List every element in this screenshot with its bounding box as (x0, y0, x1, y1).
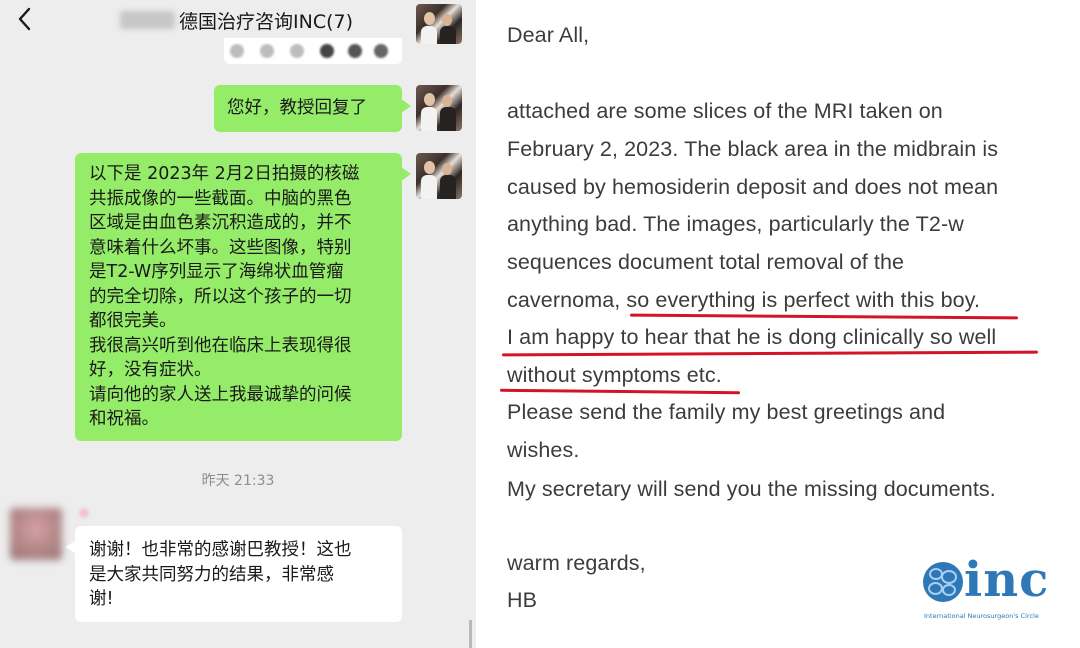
inc-logo: inc International Neurosurgeon's Circle (920, 552, 1070, 644)
inc-logo-text: inc (964, 552, 1050, 608)
message-line: 谢谢！也非常的感谢巴教授！这也 (89, 540, 352, 560)
image-message-preview[interactable] (224, 38, 402, 64)
email-line: I am happy to hear that he is dong clini… (507, 325, 997, 349)
message-line: 我很高兴听到他在临床上表现得很 (89, 335, 352, 356)
message-line: 都很完美。 (89, 311, 177, 331)
email-line: attached are some slices of the MRI take… (507, 99, 943, 123)
message-line: 请向他的家人送上我最诚挚的问候 (89, 384, 352, 405)
chevron-left-icon[interactable] (14, 6, 38, 32)
email-line: anything bad. The images, particularly t… (507, 212, 964, 236)
email-signoff: warm regards, (507, 551, 646, 575)
message-line: 共振成像的一些截面。中脑的黑色 (89, 188, 352, 209)
email-line: without symptoms etc. (507, 363, 722, 387)
avatar[interactable] (416, 85, 462, 131)
avatar[interactable] (416, 4, 462, 44)
message-line: 谢! (89, 589, 114, 609)
highlight-underline (501, 350, 1039, 357)
chat-header: 德国治疗咨询INC(7) (0, 0, 476, 40)
email-line: sequences document total removal of the (507, 250, 905, 274)
chat-title: 德国治疗咨询INC(7) (120, 7, 353, 33)
highlight-underline (629, 313, 1019, 320)
scrollbar[interactable] (469, 620, 472, 648)
inc-logo-subtitle: International Neurosurgeon's Circle (924, 612, 1039, 620)
email-line: caused by hemosiderin deposit and does n… (507, 175, 999, 199)
message-line: 是T2-W序列显示了海绵状血管瘤 (89, 262, 344, 282)
chat-panel: 德国治疗咨询INC(7) 您好，教授回复了 以下是 2023年 2月2日拍摄的核… (0, 0, 476, 648)
email-line: Please send the family my best greetings… (507, 400, 946, 424)
message-line: 的完全切除，所以这个孩子的一切 (89, 286, 352, 307)
avatar[interactable] (416, 153, 462, 199)
email-panel: Dear All, attached are some slices of th… (480, 0, 1080, 648)
outgoing-message[interactable]: 您好，教授回复了 (214, 85, 411, 132)
email-line: wishes. (507, 438, 580, 462)
message-line: 意味着什么坏事。这些图像，特别 (89, 237, 352, 258)
chat-title-text: 德国治疗咨询INC(7) (179, 10, 353, 33)
email-line: My secretary will send you the missing d… (507, 477, 996, 501)
outgoing-message[interactable]: 以下是 2023年 2月2日拍摄的核磁 共振成像的一些截面。中脑的黑色 区域是由… (75, 153, 411, 441)
brain-icon (923, 562, 963, 602)
blurred-name (120, 11, 175, 29)
message-line: 是大家共同努力的结果，非常感 (89, 564, 334, 585)
email-signature: HB (507, 588, 538, 612)
highlight-underline (499, 388, 741, 395)
message-line: 区域是由血色素沉积造成的，并不 (89, 213, 352, 233)
avatar[interactable] (10, 508, 62, 560)
message-line: 好，没有症状。 (89, 360, 212, 380)
sender-name-blurred (79, 508, 89, 518)
email-line: February 2, 2023. The black area in the … (507, 137, 999, 161)
message-line: 和祝福。 (89, 409, 159, 429)
email-greeting: Dear All, (507, 23, 590, 47)
email-line: cavernoma, so everything is perfect with… (507, 288, 981, 312)
incoming-message[interactable]: 谢谢！也非常的感谢巴教授！这也 是大家共同努力的结果，非常感 谢! (66, 526, 402, 622)
message-line: 以下是 2023年 2月2日拍摄的核磁 (89, 164, 360, 184)
message-timestamp: 昨天 21:33 (201, 473, 275, 489)
